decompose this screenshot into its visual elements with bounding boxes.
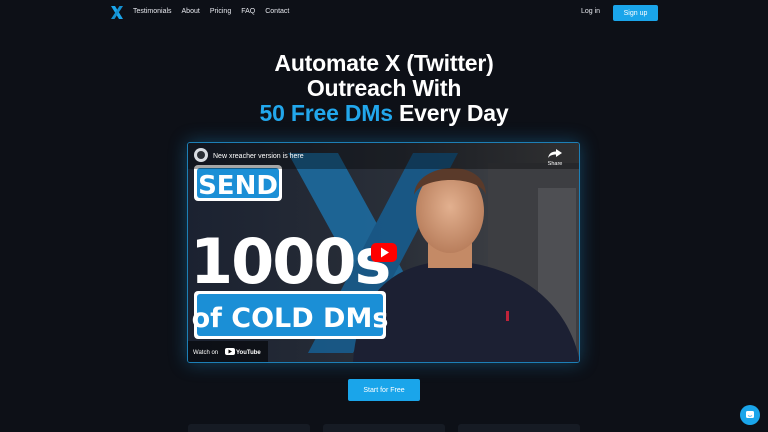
thumbnail-cold-text: of COLD DMs bbox=[192, 303, 389, 334]
youtube-label: YouTube bbox=[236, 350, 261, 356]
thumbnail-cold-banner: of COLD DMs bbox=[192, 291, 389, 339]
hero-accent-text: 50 Free DMs bbox=[259, 100, 394, 126]
thumbnail-send-text: SEND bbox=[198, 171, 278, 201]
nav-link-faq[interactable]: FAQ bbox=[241, 8, 255, 15]
video-title[interactable]: New xreacher version is here bbox=[213, 153, 304, 160]
thumbnail-count-text: 1000s bbox=[190, 225, 389, 298]
watch-on-label: Watch on bbox=[193, 350, 218, 356]
feature-card-3 bbox=[458, 424, 580, 432]
x-logo-icon[interactable] bbox=[110, 5, 124, 20]
play-icon[interactable] bbox=[371, 243, 397, 262]
share-label[interactable]: Share bbox=[548, 161, 563, 167]
hero-line-3: 50 Free DMs Every Day bbox=[0, 101, 768, 126]
signup-button[interactable]: Sign up bbox=[613, 5, 658, 21]
start-for-free-button[interactable]: Start for Free bbox=[348, 379, 420, 401]
hero-heading: Automate X (Twitter) Outreach With 50 Fr… bbox=[0, 51, 768, 126]
login-link[interactable]: Log in bbox=[581, 8, 600, 15]
nav-link-testimonials[interactable]: Testimonials bbox=[133, 8, 172, 15]
youtube-logo-icon bbox=[225, 348, 235, 355]
feature-card-2 bbox=[323, 424, 445, 432]
nav-link-about[interactable]: About bbox=[182, 8, 200, 15]
hero-line-1: Automate X (Twitter) bbox=[274, 50, 494, 76]
nav-link-pricing[interactable]: Pricing bbox=[210, 8, 231, 15]
hero-line-3-rest: Every Day bbox=[392, 100, 509, 126]
hero-line-2: Outreach With bbox=[306, 75, 462, 101]
video-embed[interactable]: SEND 1000s of COLD DMs New xreacher vers… bbox=[187, 142, 580, 363]
feature-card-1 bbox=[188, 424, 310, 432]
thumbnail-send-banner: SEND bbox=[194, 165, 282, 201]
channel-avatar[interactable] bbox=[194, 148, 208, 162]
chat-icon[interactable] bbox=[740, 405, 760, 425]
nav-link-contact[interactable]: Contact bbox=[265, 8, 289, 15]
top-nav: Testimonials About Pricing FAQ Contact L… bbox=[0, 0, 768, 26]
nav-links: Testimonials About Pricing FAQ Contact bbox=[133, 8, 289, 15]
